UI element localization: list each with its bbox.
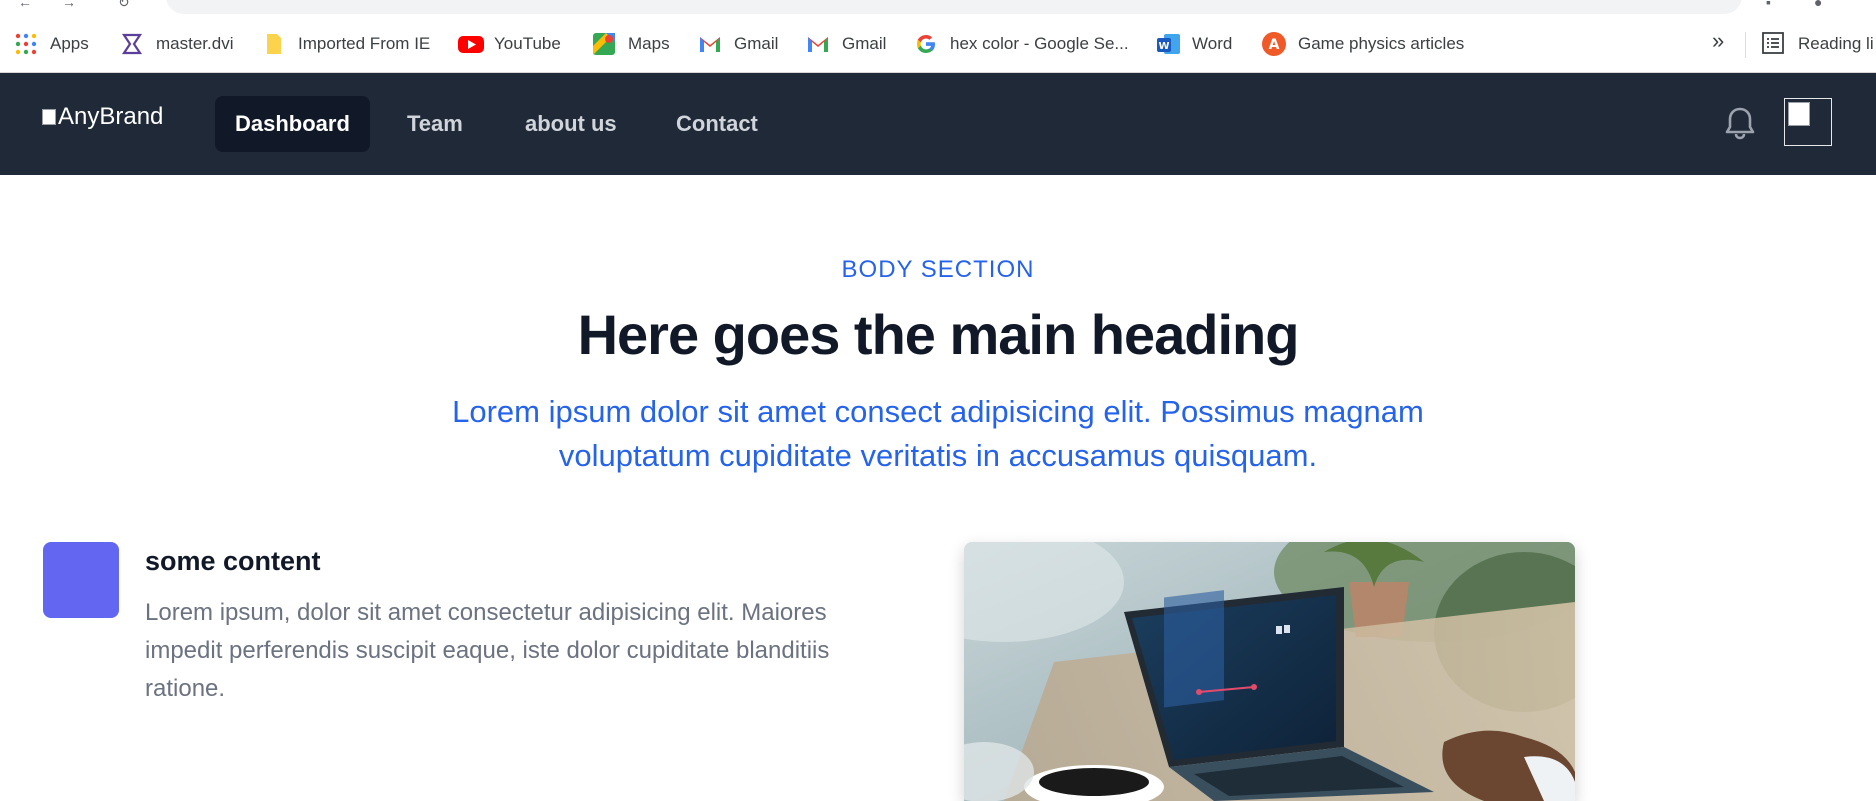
user-avatar[interactable] xyxy=(1784,98,1832,146)
bookmark-label: Gmail xyxy=(734,34,779,53)
bookmark-imported-from-ie[interactable]: Imported From IE xyxy=(262,30,430,58)
svg-text:A: A xyxy=(1269,37,1280,53)
bookmark-label: Game physics articles xyxy=(1298,34,1465,53)
lead-line: voluptatum cupiditate veritatis in accus… xyxy=(558,438,1318,473)
broken-image-icon xyxy=(42,109,56,125)
nav-link-about-us[interactable]: about us xyxy=(505,96,637,152)
nav-link-team[interactable]: Team xyxy=(387,96,483,152)
reload-icon[interactable]: ↻ xyxy=(118,0,138,10)
bookmark-gmail-2[interactable]: Gmail xyxy=(806,30,886,58)
profile-icon[interactable]: ● xyxy=(1814,0,1834,10)
forward-icon[interactable]: → xyxy=(62,0,82,10)
bookmark-maps[interactable]: Maps xyxy=(592,30,670,58)
nav-link-contact[interactable]: Contact xyxy=(656,96,778,152)
browser-toolbar: ← → ↻ ▪ ● xyxy=(0,0,1876,18)
bookmark-word[interactable]: W Word xyxy=(1156,30,1232,58)
brand-logo-link[interactable]: AnyBrand xyxy=(42,103,163,131)
nav-link-dashboard[interactable]: Dashboard xyxy=(215,96,370,152)
feature-icon-box xyxy=(43,542,119,618)
address-bar[interactable] xyxy=(166,0,1742,14)
word-icon: W xyxy=(1156,32,1180,56)
bookmark-label: Imported From IE xyxy=(298,34,431,53)
bookmark-game-physics[interactable]: A Game physics articles xyxy=(1262,30,1464,58)
laptop-photo xyxy=(964,542,1575,801)
notifications-bell-icon[interactable] xyxy=(1722,103,1758,143)
brand-alt-text: AnyBrand xyxy=(58,103,164,130)
bookmark-label: hex color - Google Se... xyxy=(950,34,1129,53)
master-dvi-icon xyxy=(120,32,144,56)
bookmark-label: Apps xyxy=(50,34,89,53)
bookmarks-overflow-button[interactable]: » xyxy=(1712,28,1724,54)
bookmark-google-search[interactable]: hex color - Google Se... xyxy=(914,30,1129,58)
bookmark-label: master.dvi xyxy=(156,34,234,53)
maps-icon xyxy=(592,32,616,56)
extensions-icon[interactable]: ▪ xyxy=(1766,0,1786,10)
game-physics-icon: A xyxy=(1262,32,1286,56)
section-lead-text: Lorem ipsum dolor sit amet consect adipi… xyxy=(430,390,1446,478)
bookmarks-divider xyxy=(1745,32,1746,58)
folder-icon xyxy=(262,32,286,56)
main-heading: Here goes the main heading xyxy=(577,303,1300,366)
feature-text-line: ratione. xyxy=(145,675,226,702)
bookmark-label: Word xyxy=(1192,34,1233,53)
reading-list-button[interactable]: Reading li xyxy=(1762,30,1874,58)
lead-line: Lorem ipsum dolor sit amet consect adipi… xyxy=(452,394,1424,429)
bookmark-label: Gmail xyxy=(842,34,887,53)
bookmark-apps[interactable]: Apps xyxy=(14,30,89,58)
feature-description: Lorem ipsum, dolor sit amet consectetur … xyxy=(145,594,905,708)
back-icon[interactable]: ← xyxy=(18,0,38,10)
site-navbar: AnyBrand Dashboard Team about us Contact xyxy=(0,73,1876,175)
broken-image-icon xyxy=(1788,102,1810,126)
bookmark-youtube[interactable]: YouTube xyxy=(458,30,561,58)
reading-list-label: Reading li xyxy=(1798,34,1874,53)
bookmark-master-dvi[interactable]: master.dvi xyxy=(120,30,233,58)
section-eyebrow: BODY SECTION xyxy=(841,256,1035,283)
gmail-icon xyxy=(698,32,722,56)
bookmark-label: YouTube xyxy=(494,34,561,53)
feature-text-line: Lorem ipsum, dolor sit amet consectetur … xyxy=(145,599,827,626)
gmail-icon xyxy=(806,32,830,56)
bookmark-gmail-1[interactable]: Gmail xyxy=(698,30,778,58)
apps-grid-icon xyxy=(14,32,38,56)
feature-title: some content xyxy=(145,546,321,576)
feature-text-line: impedit perferendis suscipit eaque, iste… xyxy=(145,637,830,664)
bookmark-label: Maps xyxy=(628,34,670,53)
svg-text:W: W xyxy=(1158,41,1169,52)
youtube-icon xyxy=(458,32,484,56)
reading-list-icon xyxy=(1762,32,1786,56)
bookmarks-bar: Apps master.dvi Imported From IE YouTube… xyxy=(0,18,1876,73)
google-icon xyxy=(914,32,938,56)
